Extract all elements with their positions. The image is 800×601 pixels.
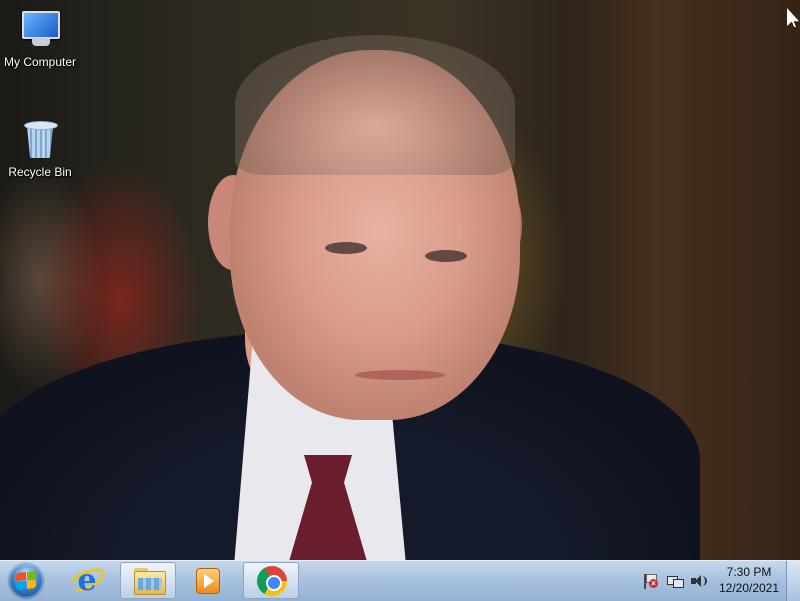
computer-icon: [20, 8, 60, 52]
desktop-icon-label: Recycle Bin: [8, 165, 72, 179]
recycle-bin-icon: [20, 118, 60, 162]
desktop-wallpaper: [0, 0, 800, 560]
wallpaper-eye-left: [325, 242, 367, 254]
taskbar-windows-explorer-button[interactable]: [120, 562, 176, 599]
clock-date: 12/20/2021: [718, 581, 780, 595]
clock-time: 7:30 PM: [726, 565, 772, 579]
desktop-icon-label: My Computer: [3, 55, 77, 69]
show-desktop-button[interactable]: [786, 561, 800, 601]
internet-explorer-icon: e: [77, 563, 97, 598]
windows-logo-icon: [16, 570, 36, 591]
volume-icon[interactable]: [690, 573, 707, 589]
desktop-icon-my-computer[interactable]: My Computer: [0, 8, 82, 69]
taskbar-internet-explorer-button[interactable]: e: [60, 562, 116, 599]
taskbar-chrome-button[interactable]: [243, 562, 299, 599]
taskbar: e × 7:30 PM 12/20/2021: [0, 560, 800, 601]
taskbar-media-player-button[interactable]: [180, 562, 236, 599]
desktop-icon-recycle-bin[interactable]: Recycle Bin: [0, 118, 82, 179]
wallpaper-hair: [235, 35, 515, 175]
network-icon[interactable]: [667, 573, 684, 589]
chrome-icon-center: [266, 575, 282, 591]
system-clock[interactable]: 7:30 PM 12/20/2021: [712, 564, 786, 596]
action-center-flag-icon[interactable]: ×: [642, 573, 658, 589]
folder-stripe: [138, 578, 162, 590]
wallpaper-eye-right: [425, 250, 467, 262]
start-button[interactable]: [4, 562, 48, 600]
wallpaper-mouth: [355, 370, 445, 380]
play-icon: [204, 574, 214, 588]
